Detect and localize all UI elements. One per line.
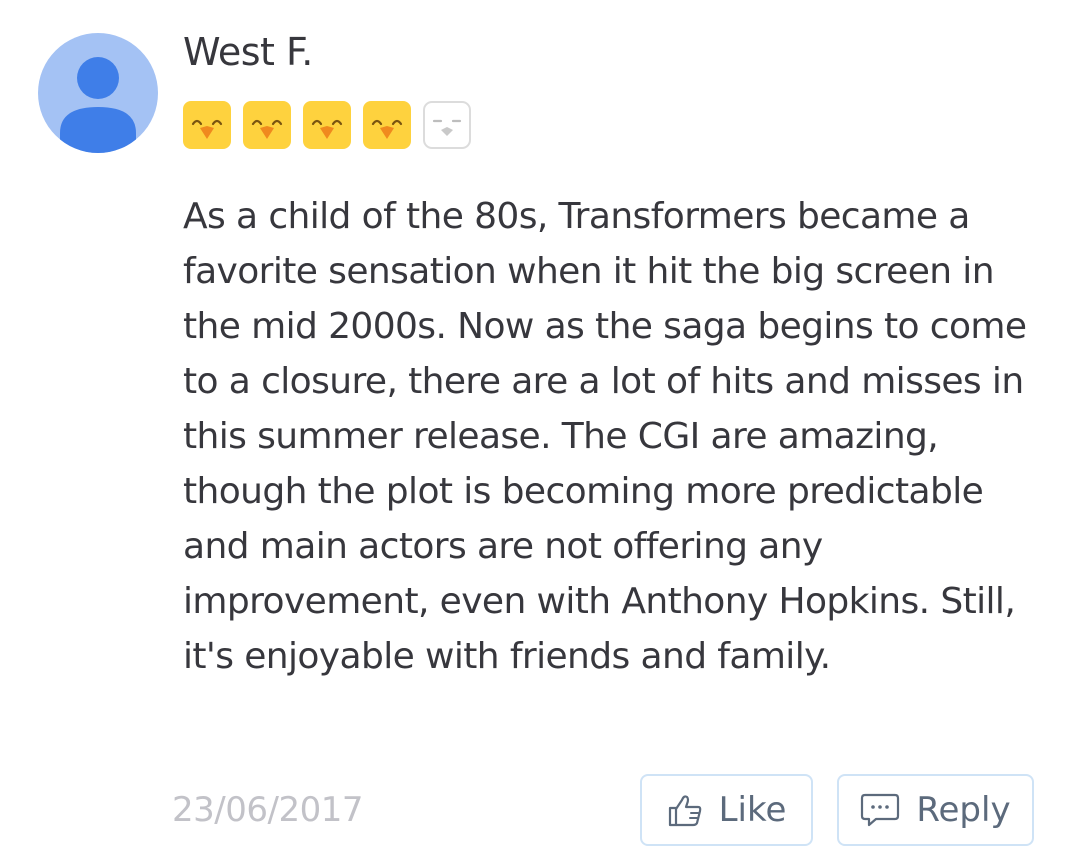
empty-chick-icon [423, 101, 471, 149]
author-name[interactable]: West F. [183, 28, 313, 76]
thumbs-up-icon [668, 795, 701, 827]
user-avatar-icon[interactable] [38, 33, 158, 153]
like-button[interactable]: Like [640, 774, 813, 846]
reply-button[interactable]: Reply [837, 774, 1034, 846]
reply-label: Reply [916, 790, 1011, 830]
review-date: 23/06/2017 [172, 790, 363, 830]
happy-chick-icon [183, 101, 231, 149]
happy-chick-icon [243, 101, 291, 149]
happy-chick-icon [303, 101, 351, 149]
like-label: Like [718, 790, 787, 830]
review-text: As a child of the 80s, Transformers beca… [183, 196, 1027, 677]
happy-chick-icon [363, 101, 411, 149]
chat-bubble-icon [861, 793, 900, 827]
rating-icons [183, 101, 471, 149]
